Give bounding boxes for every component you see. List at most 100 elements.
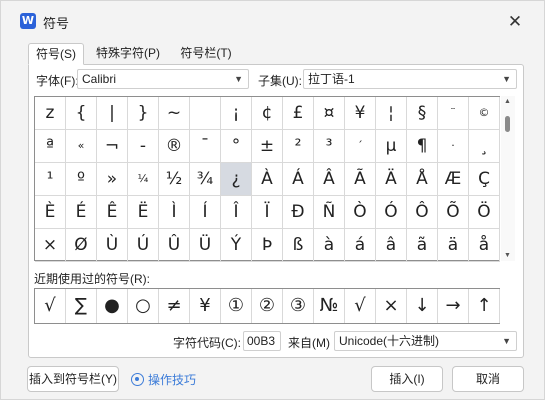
symbol-cell[interactable]: - xyxy=(128,130,159,163)
symbol-cell[interactable]: ® xyxy=(159,130,190,163)
symbol-cell[interactable]: ¾ xyxy=(190,163,221,196)
symbol-cell[interactable]: Ø xyxy=(66,229,97,262)
symbol-cell[interactable]: ¼ xyxy=(128,163,159,196)
recent-symbol-cell[interactable]: ↓ xyxy=(407,289,438,323)
symbol-cell[interactable]: Ö xyxy=(469,196,500,229)
symbol-cell[interactable]: â xyxy=(376,229,407,262)
symbol-cell[interactable]: Ì xyxy=(159,196,190,229)
symbol-cell[interactable]: Í xyxy=(190,196,221,229)
symbol-cell[interactable]: © xyxy=(469,97,500,130)
tab-special-characters[interactable]: 特殊字符(P) xyxy=(88,43,168,65)
symbol-cell[interactable]: ³ xyxy=(314,130,345,163)
symbol-cell[interactable]: | xyxy=(97,97,128,130)
grid-scrollbar[interactable]: ▲ ▼ xyxy=(501,96,515,261)
symbol-cell[interactable]: á xyxy=(345,229,376,262)
symbol-cell[interactable]: ¡ xyxy=(221,97,252,130)
symbol-cell[interactable]: ª xyxy=(35,130,66,163)
symbol-cell[interactable]: Ä xyxy=(376,163,407,196)
symbol-cell[interactable]: É xyxy=(66,196,97,229)
symbol-cell[interactable]: × xyxy=(35,229,66,262)
symbol-cell[interactable]: ´ xyxy=(345,130,376,163)
symbol-cell[interactable]: Ô xyxy=(407,196,438,229)
symbol-cell[interactable]: å xyxy=(469,229,500,262)
symbol-cell[interactable]: Æ xyxy=(438,163,469,196)
symbol-cell[interactable]: ¹ xyxy=(35,163,66,196)
symbol-cell[interactable]: { xyxy=(66,97,97,130)
symbol-cell[interactable]: à xyxy=(314,229,345,262)
symbol-cell[interactable]: Ó xyxy=(376,196,407,229)
symbol-cell[interactable]: Â xyxy=(314,163,345,196)
symbol-cell[interactable]: ½ xyxy=(159,163,190,196)
recent-symbol-cell[interactable]: ③ xyxy=(283,289,314,323)
symbol-cell[interactable]: ¶ xyxy=(407,130,438,163)
recent-symbol-cell[interactable]: ∑ xyxy=(66,289,97,323)
symbol-cell[interactable]: º xyxy=(66,163,97,196)
tab-symbol-bar[interactable]: 符号栏(T) xyxy=(172,43,240,65)
symbol-cell[interactable]: ¢ xyxy=(252,97,283,130)
recent-symbol-cell[interactable]: ② xyxy=(252,289,283,323)
scroll-down-arrow-icon[interactable]: ▼ xyxy=(504,252,511,259)
cancel-button[interactable]: 取消 xyxy=(452,366,524,392)
symbol-cell[interactable] xyxy=(190,97,221,130)
recent-symbol-cell[interactable]: √ xyxy=(345,289,376,323)
encoding-select[interactable]: Unicode(十六进制) ▼ xyxy=(334,331,517,351)
scroll-up-arrow-icon[interactable]: ▲ xyxy=(504,98,511,105)
symbol-cell[interactable]: ß xyxy=(283,229,314,262)
symbol-cell[interactable]: ¥ xyxy=(345,97,376,130)
symbol-cell[interactable]: Ï xyxy=(252,196,283,229)
symbol-cell[interactable]: £ xyxy=(283,97,314,130)
symbol-cell[interactable]: § xyxy=(407,97,438,130)
symbol-cell[interactable]: Ú xyxy=(128,229,159,262)
symbol-cell[interactable]: Û xyxy=(159,229,190,262)
symbol-cell[interactable]: Î xyxy=(221,196,252,229)
recent-symbol-cell[interactable]: ① xyxy=(221,289,252,323)
symbol-cell[interactable]: Ê xyxy=(97,196,128,229)
symbol-cell[interactable]: À xyxy=(252,163,283,196)
insert-to-symbol-bar-button[interactable]: 插入到符号栏(Y) xyxy=(27,366,119,392)
symbol-cell[interactable]: · xyxy=(438,130,469,163)
recent-symbol-cell[interactable]: ○ xyxy=(128,289,159,323)
insert-button[interactable]: 插入(I) xyxy=(371,366,443,392)
symbol-cell[interactable]: ¨ xyxy=(438,97,469,130)
symbol-cell[interactable]: ¬ xyxy=(97,130,128,163)
symbol-cell[interactable]: ã xyxy=(407,229,438,262)
symbol-cell[interactable]: Ë xyxy=(128,196,159,229)
symbol-cell[interactable]: ¯ xyxy=(190,130,221,163)
char-code-input[interactable]: 00B3 xyxy=(243,331,281,351)
recent-symbol-cell[interactable]: ¥ xyxy=(190,289,221,323)
symbol-cell[interactable]: Ð xyxy=(283,196,314,229)
symbol-cell[interactable]: ² xyxy=(283,130,314,163)
symbol-cell[interactable]: » xyxy=(97,163,128,196)
close-button[interactable]: ✕ xyxy=(504,11,526,33)
symbol-cell[interactable]: È xyxy=(35,196,66,229)
recent-symbol-cell[interactable]: √ xyxy=(35,289,66,323)
symbol-cell[interactable]: µ xyxy=(376,130,407,163)
symbol-cell[interactable]: Ü xyxy=(190,229,221,262)
symbol-cell[interactable]: Ã xyxy=(345,163,376,196)
symbol-cell[interactable]: Ñ xyxy=(314,196,345,229)
symbol-cell[interactable]: ± xyxy=(252,130,283,163)
symbol-cell[interactable]: ¦ xyxy=(376,97,407,130)
recent-symbol-cell[interactable]: → xyxy=(438,289,469,323)
symbol-cell[interactable]: ~ xyxy=(159,97,190,130)
tips-link[interactable]: 操作技巧 xyxy=(131,371,196,388)
symbol-cell[interactable]: Õ xyxy=(438,196,469,229)
scroll-thumb[interactable] xyxy=(505,116,510,132)
symbol-cell[interactable]: ä xyxy=(438,229,469,262)
symbol-cell[interactable]: z xyxy=(35,97,66,130)
symbol-cell[interactable]: Ù xyxy=(97,229,128,262)
tab-symbols[interactable]: 符号(S) xyxy=(28,43,84,65)
symbol-cell[interactable]: } xyxy=(128,97,159,130)
recent-symbol-cell[interactable]: ● xyxy=(97,289,128,323)
recent-symbol-cell[interactable]: × xyxy=(376,289,407,323)
symbol-cell[interactable]: « xyxy=(66,130,97,163)
font-select[interactable]: Calibri ▼ xyxy=(77,69,249,89)
symbol-cell[interactable]: ° xyxy=(221,130,252,163)
recent-symbol-cell[interactable]: ↑ xyxy=(469,289,500,323)
subset-select[interactable]: 拉丁语-1 ▼ xyxy=(303,69,517,89)
symbol-cell[interactable]: Ç xyxy=(469,163,500,196)
symbol-cell[interactable]: Þ xyxy=(252,229,283,262)
symbol-cell[interactable]: ¿ xyxy=(221,163,252,196)
recent-symbol-cell[interactable]: № xyxy=(314,289,345,323)
symbol-cell[interactable]: Ò xyxy=(345,196,376,229)
